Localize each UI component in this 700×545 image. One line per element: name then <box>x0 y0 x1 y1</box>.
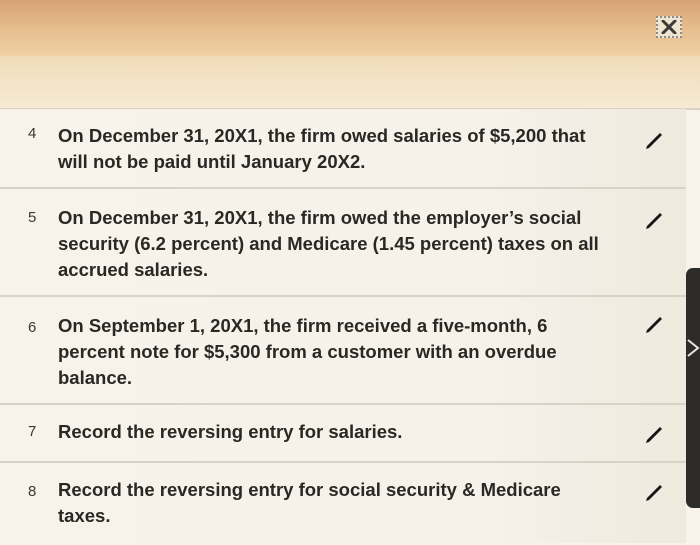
dialog-subheader <box>0 56 700 110</box>
item-text: On September 1, 20X1, the firm received … <box>58 315 557 388</box>
item-number: 5 <box>28 209 37 226</box>
list-item[interactable]: 7 Record the reversing entry for salarie… <box>0 405 686 463</box>
list-item[interactable]: 5 On December 31, 20X1, the firm owed th… <box>0 189 686 297</box>
item-number: 7 <box>28 423 37 440</box>
list-item[interactable]: 4 On December 31, 20X1, the firm owed sa… <box>0 109 686 189</box>
close-button[interactable] <box>656 16 682 38</box>
scrollbar[interactable] <box>686 268 700 508</box>
close-x-icon <box>661 20 677 34</box>
item-number: 4 <box>28 125 37 142</box>
scroll-arrow-icon[interactable] <box>686 336 700 360</box>
pencil-icon[interactable] <box>642 127 666 151</box>
item-text: On December 31, 20X1, the firm owed sala… <box>58 125 586 172</box>
item-text: On December 31, 20X1, the firm owed the … <box>58 207 599 280</box>
item-text: Record the reversing entry for salaries. <box>58 421 403 442</box>
item-number: 8 <box>28 483 37 500</box>
pencil-icon[interactable] <box>642 311 666 335</box>
pencil-icon[interactable] <box>642 479 666 503</box>
item-number: 6 <box>28 319 37 336</box>
pencil-icon[interactable] <box>642 207 666 231</box>
list-item[interactable]: 6 On September 1, 20X1, the firm receive… <box>0 297 686 405</box>
pencil-icon[interactable] <box>642 421 666 445</box>
list-item[interactable]: 8 Record the reversing entry for social … <box>0 463 686 543</box>
transaction-list: 4 On December 31, 20X1, the firm owed sa… <box>0 109 686 543</box>
item-text: Record the reversing entry for social se… <box>58 479 561 526</box>
dialog-header <box>0 0 700 56</box>
